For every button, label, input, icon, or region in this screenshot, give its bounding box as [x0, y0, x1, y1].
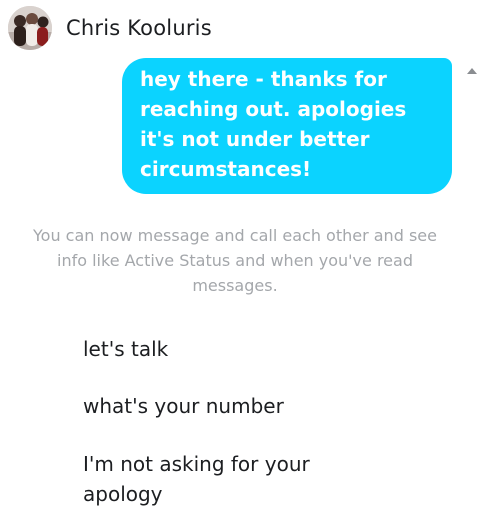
profile-photo-icon: [8, 6, 52, 50]
system-note: You can now message and call each other …: [33, 226, 437, 295]
received-message[interactable]: I'm not asking for your apology: [83, 449, 363, 509]
chat-window: Chris Kooluris hey there - thanks for re…: [0, 0, 502, 511]
avatar[interactable]: [8, 6, 52, 50]
contact-name[interactable]: Chris Kooluris: [66, 16, 212, 40]
scroll-up-arrow-icon[interactable]: [467, 68, 477, 74]
conversation-header: Chris Kooluris: [8, 6, 212, 50]
received-message[interactable]: let's talk: [83, 334, 383, 364]
sent-message-bubble[interactable]: hey there - thanks for reaching out. apo…: [122, 58, 452, 194]
sent-message-text: hey there - thanks for reaching out. apo…: [140, 67, 407, 181]
received-message[interactable]: what's your number: [83, 391, 383, 421]
